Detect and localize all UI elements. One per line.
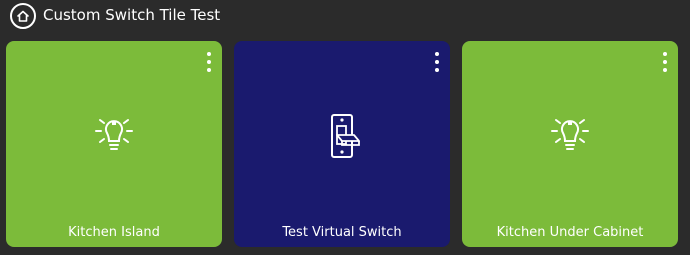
tile-label: Kitchen Island bbox=[68, 225, 160, 240]
tile-menu-icon[interactable] bbox=[660, 52, 670, 72]
dashboard-header: Custom Switch Tile Test bbox=[0, 0, 690, 34]
tile-label: Test Virtual Switch bbox=[282, 225, 402, 240]
light-bulb-icon bbox=[550, 111, 590, 165]
home-icon[interactable] bbox=[10, 3, 36, 29]
light-bulb-icon bbox=[94, 111, 134, 165]
tile-menu-icon[interactable] bbox=[432, 52, 442, 72]
tile-kitchen-island[interactable]: Kitchen Island bbox=[6, 41, 222, 247]
tile-menu-icon[interactable] bbox=[204, 52, 214, 72]
tile-label: Kitchen Under Cabinet bbox=[496, 225, 644, 240]
tile-test-virtual-switch[interactable]: Test Virtual Switch bbox=[234, 41, 450, 247]
light-switch-icon bbox=[322, 111, 362, 165]
dashboard-title: Custom Switch Tile Test bbox=[43, 6, 221, 24]
tile-kitchen-under-cabinet[interactable]: Kitchen Under Cabinet bbox=[462, 41, 678, 247]
